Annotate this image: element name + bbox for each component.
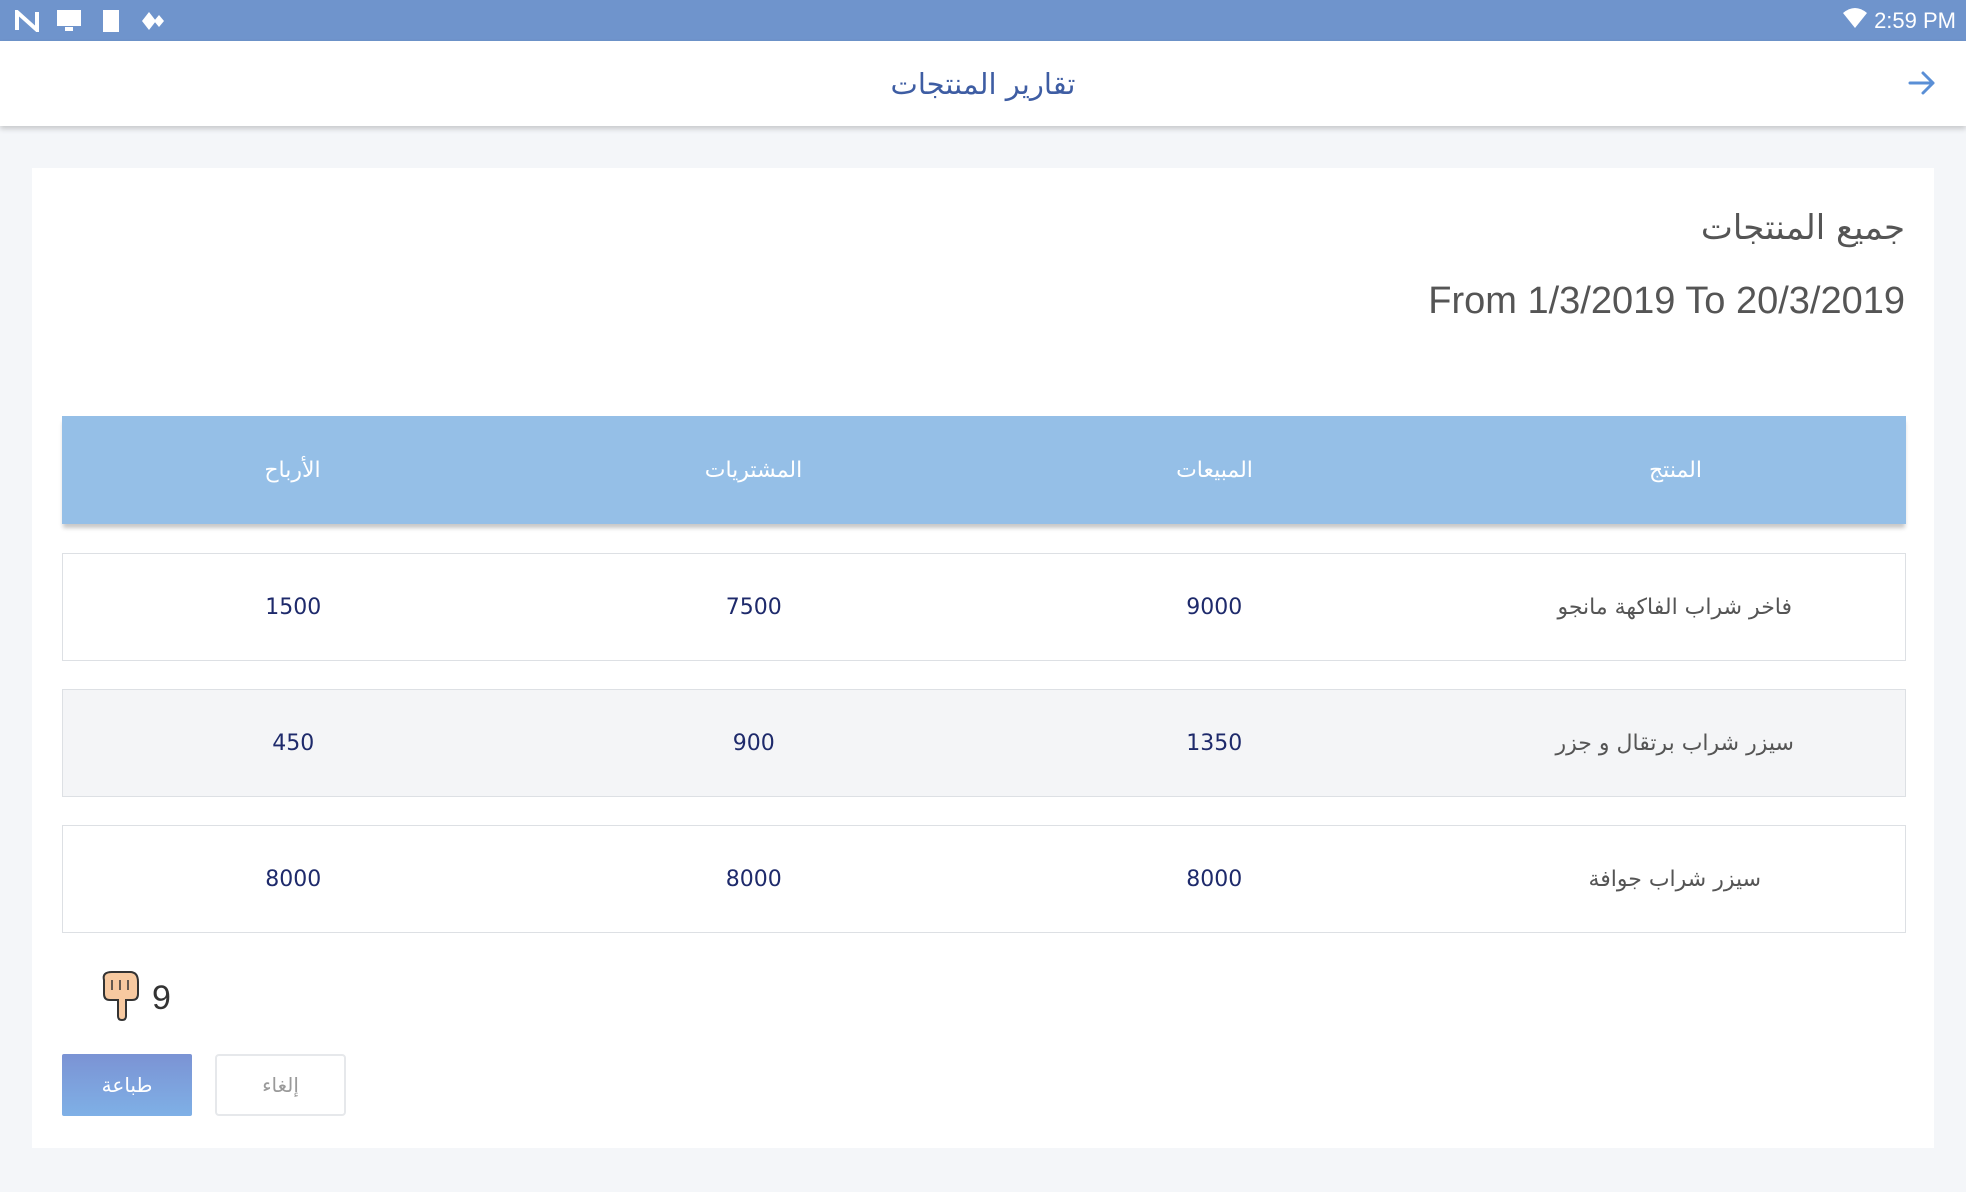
cell-product: سيزر شراب جوافة [1588,866,1762,892]
cell-profits: 1500 [265,594,322,620]
header-product: المنتج [1648,457,1702,483]
table-row: سيزر شراب برتقال و جزر 1350 900 450 [62,689,1906,797]
wifi-icon [1842,7,1868,35]
cell-profits: 8000 [265,866,322,892]
report-card: جميع المنتجات From 1/3/2019 To 20/3/2019… [32,168,1934,1148]
report-title: جميع المنتجات [1700,208,1905,248]
diamond-icon [140,8,166,34]
cell-profits: 450 [272,730,315,756]
cell-purchases: 7500 [725,594,782,620]
tap-hint: 9 [98,970,171,1026]
status-right: 2:59 PM [1842,7,1956,35]
cell-purchases: 900 [732,730,775,756]
cell-purchases: 8000 [725,866,782,892]
page-title: تقارير المنتجات [890,66,1076,101]
status-time: 2:59 PM [1874,7,1956,33]
table-header: المنتج المبيعات المشتريات الأرباح [62,416,1906,524]
cell-sales: 9000 [1186,594,1243,620]
cancel-button[interactable]: إلغاء [215,1054,346,1116]
header-sales: المبيعات [1176,457,1253,483]
report-date-range: From 1/3/2019 To 20/3/2019 [1428,280,1905,322]
table-row: سيزر شراب جوافة 8000 8000 8000 [62,825,1906,933]
monitor-icon [56,8,82,34]
n-icon [14,8,40,34]
tap-count: 9 [152,978,171,1017]
cell-product: فاخر شراب الفاكهة مانجو [1557,594,1793,620]
back-button[interactable] [1900,61,1944,105]
arrow-right-icon [1908,71,1935,95]
cell-sales: 8000 [1186,866,1243,892]
cell-product: سيزر شراب برتقال و جزر [1555,730,1794,756]
status-icons [14,8,166,34]
app-bar: تقارير المنتجات [0,41,1966,126]
cell-sales: 1350 [1186,730,1243,756]
pointing-hand-icon [98,970,142,1026]
header-purchases: المشتريات [704,457,803,483]
status-bar: 2:59 PM [0,0,1966,41]
sd-card-icon [98,8,124,34]
table-row: فاخر شراب الفاكهة مانجو 9000 7500 1500 [62,553,1906,661]
print-button[interactable]: طباعة [62,1054,192,1116]
header-profits: الأرباح [264,457,321,483]
